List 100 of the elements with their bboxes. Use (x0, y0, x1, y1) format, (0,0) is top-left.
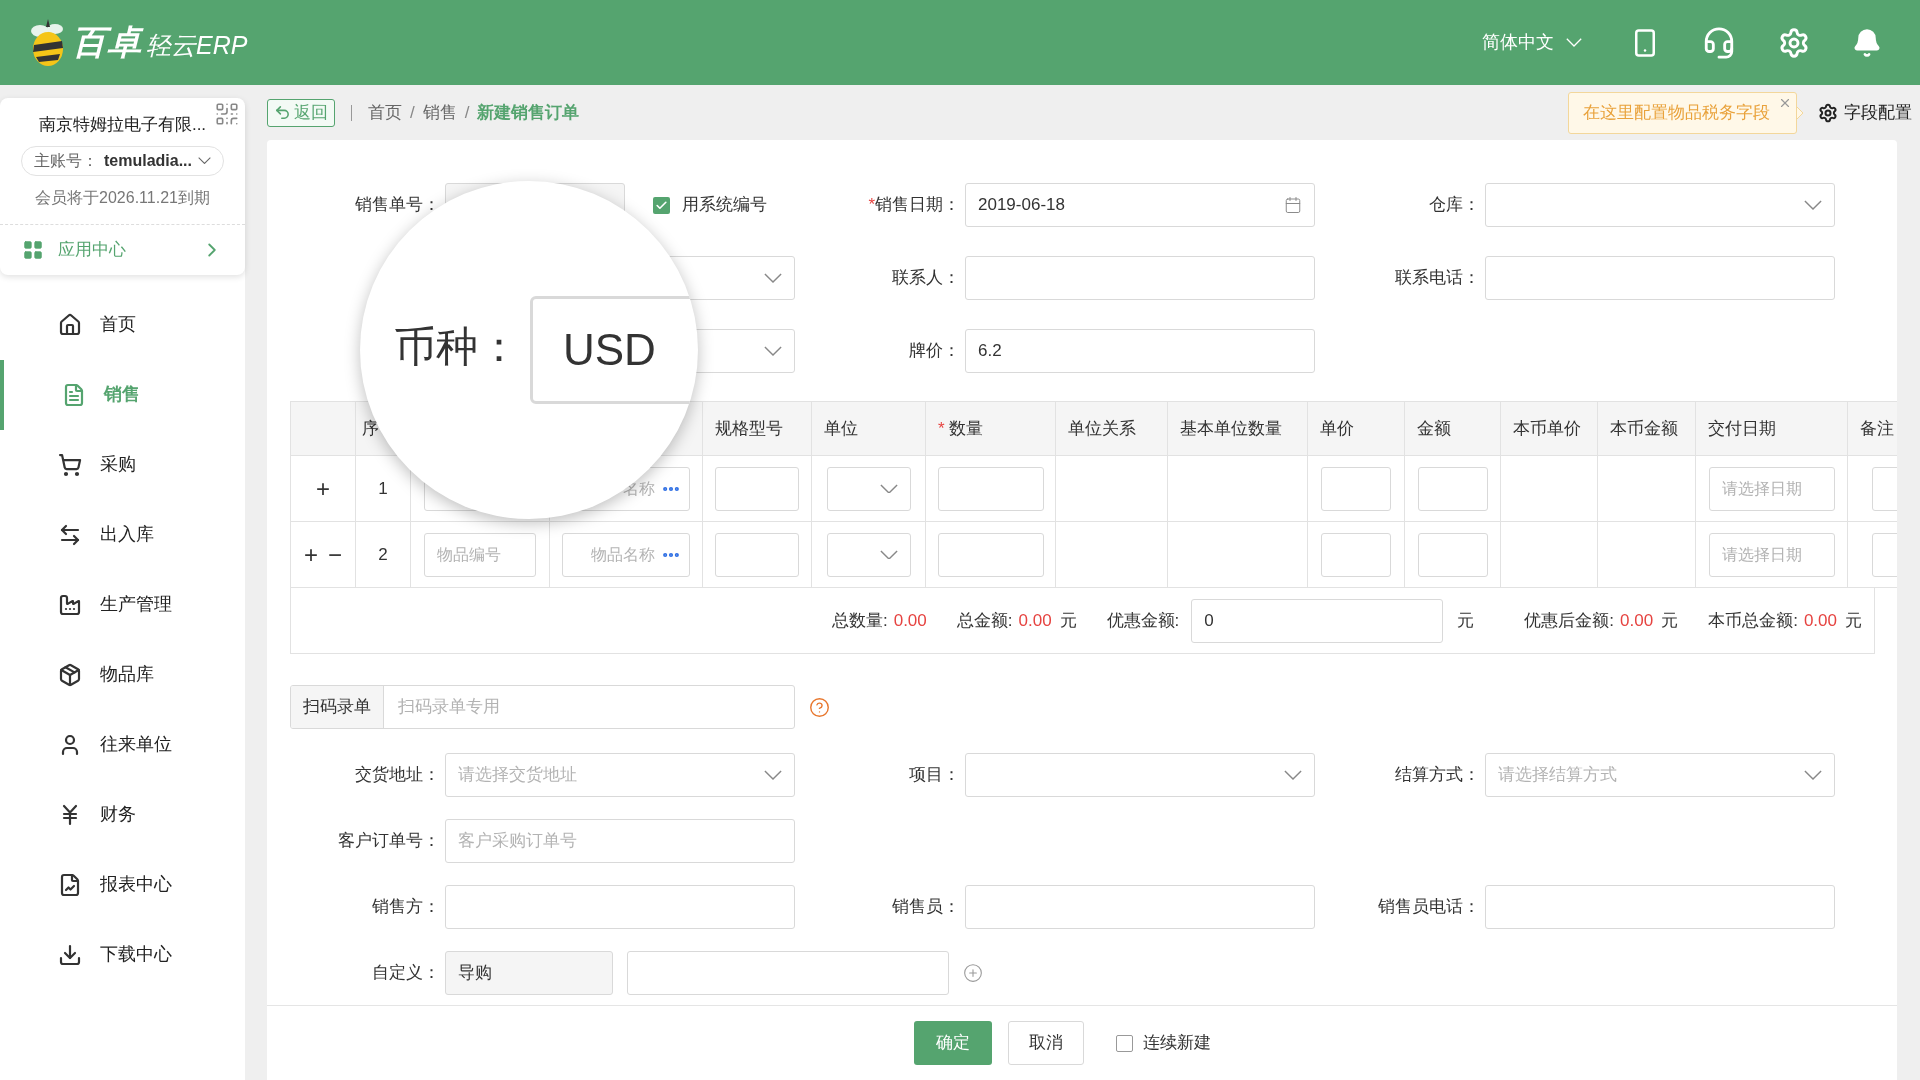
currency-label: 币种： (394, 326, 520, 368)
chevron-down-icon (879, 549, 898, 560)
logo-subtext: 轻云ERP (146, 29, 248, 61)
input-field[interactable] (715, 532, 799, 577)
column-header: 本币单价 (1513, 417, 1581, 440)
headset-icon[interactable] (1702, 25, 1736, 60)
input-field[interactable] (1417, 532, 1488, 577)
unit-text: 元 (1059, 609, 1077, 632)
field-label: 销售员电话： (1378, 896, 1480, 919)
custom-field-name[interactable]: 导购 (445, 951, 613, 995)
chevron-down-icon (1804, 770, 1822, 780)
field-label: 销售日期： (875, 194, 960, 217)
remove-row-button[interactable]: − (328, 542, 342, 567)
input-field[interactable] (1321, 532, 1391, 577)
summary-label: 优惠后金额: (1524, 609, 1615, 632)
summary-label: 总金额: (956, 609, 1013, 632)
column-header: 规格型号 (715, 417, 783, 440)
nav-item[interactable]: 财务 (0, 779, 245, 850)
checkbox[interactable] (653, 196, 670, 214)
summary-label: 优惠金额: (1106, 609, 1180, 632)
boxes-icon (58, 662, 82, 687)
settings-icon[interactable] (1778, 26, 1810, 59)
discount-field[interactable]: 0 (1191, 598, 1444, 643)
check-icon (655, 198, 668, 212)
factory-icon (58, 592, 82, 617)
input-field[interactable] (445, 885, 795, 929)
summary-label: 总数量: (831, 609, 888, 632)
exchange-icon (58, 522, 82, 547)
select-field[interactable] (826, 532, 911, 577)
logo-text: 百卓 (72, 22, 142, 63)
help-icon[interactable] (809, 696, 830, 718)
doc-icon (62, 382, 86, 407)
column-header: 单位关系 (1068, 417, 1136, 440)
nav-item[interactable]: 下载中心 (0, 919, 245, 990)
add-row-button[interactable]: + (316, 476, 330, 501)
input-field[interactable] (627, 951, 949, 995)
chevron-down-icon (879, 483, 898, 494)
nav-item[interactable]: 出入库 (0, 499, 245, 570)
input-field[interactable] (937, 466, 1044, 511)
input-field[interactable] (715, 466, 799, 511)
field-label: 牌价： (909, 340, 960, 363)
nav-item[interactable]: 往来单位 (0, 709, 245, 780)
checkbox-label: 用系统编号 (682, 194, 767, 217)
date-field[interactable]: 2019-06-18 (965, 183, 1315, 227)
summary-value: 0.00 (1018, 609, 1052, 632)
field-config-button[interactable]: 字段配置 (1818, 99, 1912, 126)
grid-icon (22, 238, 44, 261)
summary-label: 本币总金额: (1708, 609, 1798, 632)
breadcrumb-separator: / (464, 101, 470, 124)
calendar-icon (1284, 196, 1302, 214)
bell-icon[interactable] (1852, 27, 1882, 58)
company-name: 南京特姆拉电子有限... (38, 114, 207, 136)
download-icon (58, 942, 82, 967)
unit-text: 元 (1661, 609, 1679, 632)
column-header: 交付日期 (1708, 417, 1776, 440)
row-number: 1 (378, 477, 388, 500)
nav-item[interactable]: 生产管理 (0, 569, 245, 640)
unit-text: 元 (1845, 609, 1862, 632)
chevron-down-icon (198, 156, 211, 165)
unit-text: 元 (1457, 609, 1475, 632)
nav-item[interactable]: 采购 (0, 429, 245, 500)
input-field[interactable] (965, 885, 1315, 929)
select-field[interactable] (826, 466, 911, 511)
column-header: 单位 (824, 417, 858, 440)
input-field[interactable] (937, 532, 1044, 577)
breadcrumb-item[interactable]: 销售 (422, 99, 457, 126)
checkbox[interactable] (1115, 1034, 1133, 1052)
input-field[interactable] (1485, 256, 1835, 300)
input-field[interactable]: 6.2 (965, 329, 1315, 373)
field-label: 联系电话： (1395, 267, 1480, 290)
column-header: 单价 (1320, 417, 1354, 440)
select-field[interactable] (965, 753, 1315, 797)
field-label: 销售员： (892, 896, 960, 919)
settings-icon (1818, 102, 1838, 123)
field-label: 交货地址： (355, 764, 440, 787)
nav-item[interactable]: 报表中心 (0, 849, 245, 920)
cancel-button[interactable]: 取消 (1007, 1021, 1084, 1065)
chevron-down-icon (1284, 770, 1302, 780)
field-label: 自定义： (372, 962, 440, 985)
nav-item[interactable]: 物品库 (0, 639, 245, 710)
scan-input-group[interactable]: 扫码录单 扫码录单专用 (290, 685, 795, 729)
select-field[interactable] (1485, 183, 1835, 227)
nav-item[interactable]: 首页 (0, 289, 245, 360)
input-field[interactable] (1485, 885, 1835, 929)
add-row-button[interactable]: + (304, 542, 318, 567)
input-field[interactable] (1417, 466, 1488, 511)
input-field[interactable] (965, 256, 1315, 300)
add-circle-icon[interactable] (963, 963, 983, 983)
membership-expiry: 会员将于2026.11.21到期 (35, 187, 210, 208)
field-label: 销售单号： (355, 194, 440, 217)
chevron-down-icon (1804, 200, 1822, 210)
row-number: 2 (378, 543, 388, 566)
qr-code-icon[interactable] (214, 101, 240, 127)
field-label: 客户订单号： (338, 830, 440, 853)
chevron-down-icon (764, 346, 782, 356)
cart-icon (58, 452, 82, 477)
chart-icon (58, 872, 82, 897)
breadcrumb-item[interactable]: 首页 (368, 99, 402, 126)
input-field[interactable] (1321, 466, 1391, 511)
column-header: 序 (362, 417, 379, 440)
